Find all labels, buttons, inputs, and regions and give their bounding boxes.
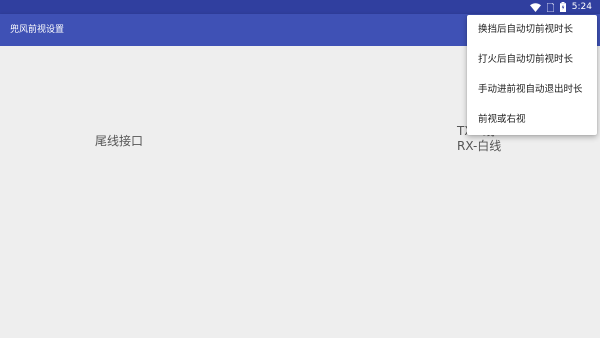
wifi-icon [529, 2, 541, 12]
menu-item-shift-timeout[interactable]: 换挡后自动切前视时长 [467, 15, 597, 45]
tail-wire-interface-label: 尾线接口 [95, 134, 144, 148]
menu-item-manual-exit-timeout[interactable]: 手动进前视自动退出时长 [467, 75, 597, 105]
status-time: 5:24 [571, 2, 592, 12]
menu-item-ignition-timeout[interactable]: 打火后自动切前视时长 [467, 45, 597, 75]
options-menu: 换挡后自动切前视时长 打火后自动切前视时长 手动进前视自动退出时长 前视或右视 [467, 15, 597, 135]
status-bar: 5:24 [0, 0, 600, 14]
page-title: 兜风前视设置 [10, 25, 65, 35]
menu-item-front-or-right-view[interactable]: 前视或右视 [467, 105, 597, 135]
battery-icon [559, 2, 566, 12]
sim-icon [546, 2, 554, 12]
rx-wire-label: RX-白线 [457, 139, 502, 153]
